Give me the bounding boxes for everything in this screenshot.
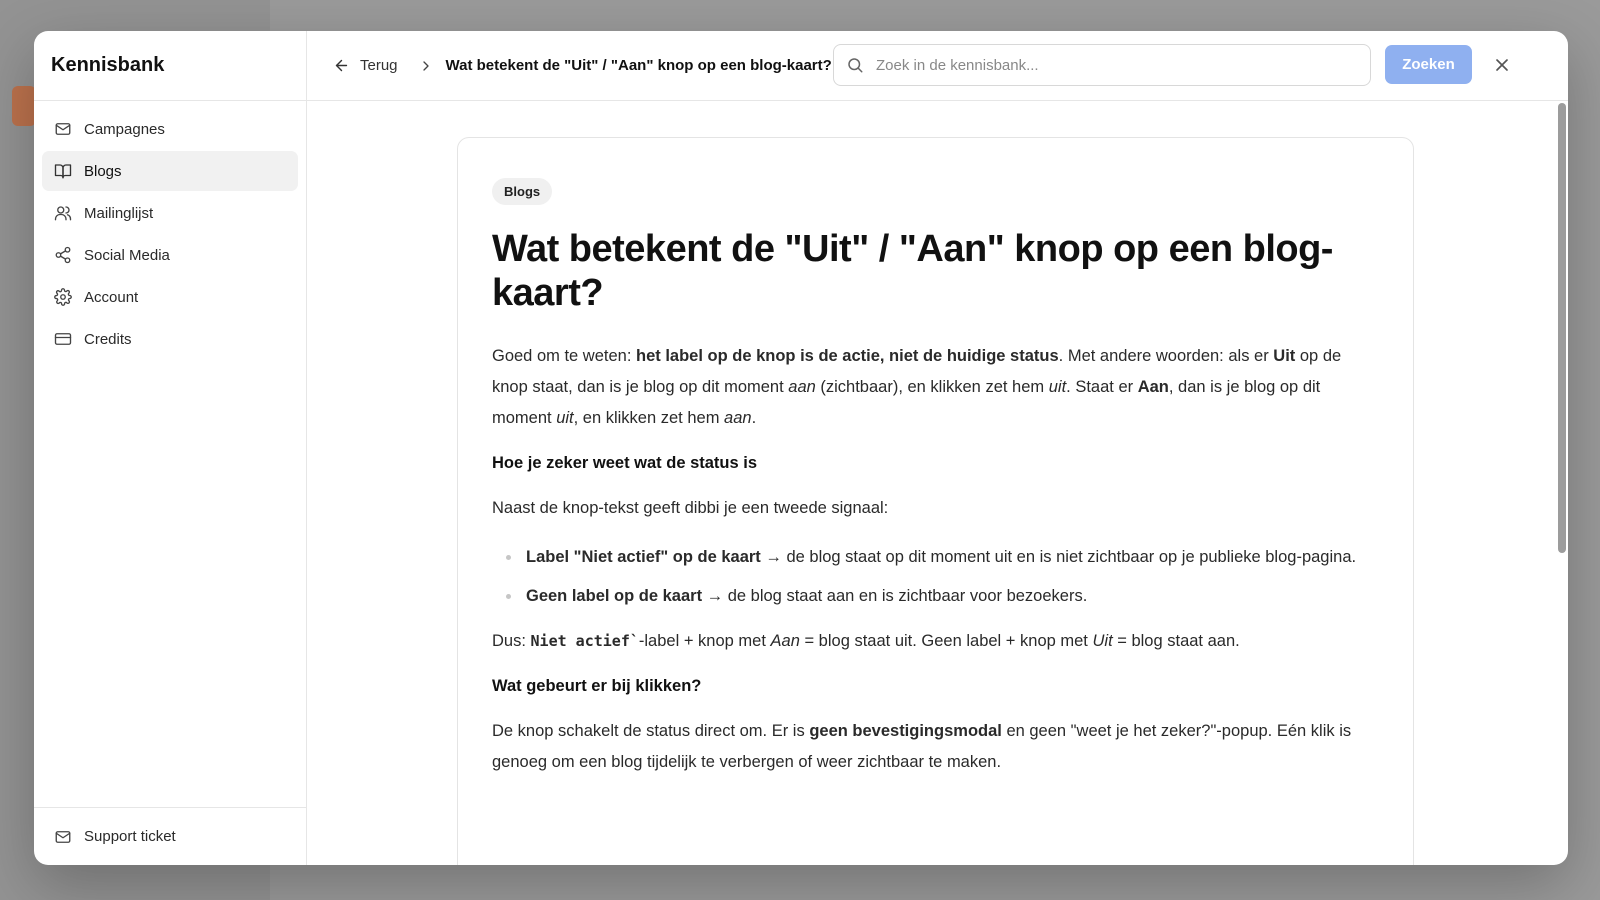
sidebar-item-credits[interactable]: Credits <box>42 319 298 359</box>
article-paragraph-signal: Naast de knop-tekst geeft dibbi je een t… <box>492 499 889 517</box>
topbar: Terug Wat betekent de "Uit" / "Aan" knop… <box>307 31 1568 101</box>
mail-icon <box>54 828 72 846</box>
users-icon <box>54 204 72 222</box>
mail-icon <box>54 120 72 138</box>
article-paragraph-click: De knop schakelt de status direct om. Er… <box>492 722 1352 771</box>
list-item: Geen label op de kaart → de blog staat a… <box>492 581 1379 612</box>
article-card: Blogs Wat betekent de "Uit" / "Aan" knop… <box>457 137 1414 865</box>
sidebar-item-mailinglijst[interactable]: Mailinglijst <box>42 193 298 233</box>
support-ticket-link[interactable]: Support ticket <box>34 807 306 865</box>
background-accent <box>12 86 36 126</box>
sidebar-item-label: Social Media <box>84 246 170 264</box>
back-button[interactable]: Terug <box>333 57 398 74</box>
category-tag: Blogs <box>492 178 553 205</box>
arrow-left-icon <box>333 57 350 74</box>
sidebar: Kennisbank Campagnes Blogs Mailinglijst <box>34 31 307 865</box>
scrollbar[interactable] <box>1558 103 1566 553</box>
heading-status: Hoe je zeker weet wat de status is <box>492 454 758 472</box>
search-box <box>833 44 1371 86</box>
content-area: Blogs Wat betekent de "Uit" / "Aan" knop… <box>307 101 1568 865</box>
gear-icon <box>54 288 72 306</box>
search-button[interactable]: Zoeken <box>1385 45 1472 84</box>
sidebar-item-label: Blogs <box>84 162 122 180</box>
list-item: Label "Niet actief" op de kaart → de blo… <box>492 542 1379 573</box>
knowledge-base-modal: Kennisbank Campagnes Blogs Mailinglijst <box>34 31 1568 865</box>
search-input[interactable] <box>876 56 1370 74</box>
book-icon <box>54 162 72 180</box>
sidebar-title: Kennisbank <box>34 31 306 101</box>
signal-list: Label "Niet actief" op de kaart → de blo… <box>492 542 1379 612</box>
sidebar-item-campagnes[interactable]: Campagnes <box>42 109 298 149</box>
sidebar-item-social-media[interactable]: Social Media <box>42 235 298 275</box>
sidebar-item-label: Credits <box>84 330 132 348</box>
support-ticket-label: Support ticket <box>84 828 176 845</box>
sidebar-item-label: Account <box>84 288 139 306</box>
article-paragraph-intro: Goed om te weten: het label op de knop i… <box>492 347 1342 427</box>
back-label: Terug <box>360 57 398 74</box>
chevron-right-icon <box>418 58 434 74</box>
article-paragraph-summary: Dus: Niet actief`-label + knop met Aan =… <box>492 632 1240 650</box>
sidebar-item-label: Campagnes <box>84 120 165 138</box>
sidebar-item-label: Mailinglijst <box>84 204 154 222</box>
sidebar-nav: Campagnes Blogs Mailinglijst Social Medi… <box>34 101 306 369</box>
heading-click: Wat gebeurt er bij klikken? <box>492 677 702 695</box>
close-icon[interactable] <box>1490 53 1514 77</box>
sidebar-item-account[interactable]: Account <box>42 277 298 317</box>
main-panel: Terug Wat betekent de "Uit" / "Aan" knop… <box>307 31 1568 865</box>
share-icon <box>54 246 72 264</box>
sidebar-item-blogs[interactable]: Blogs <box>42 151 298 191</box>
credit-card-icon <box>54 330 72 348</box>
search-icon <box>846 56 864 74</box>
article-title: Wat betekent de "Uit" / "Aan" knop op ee… <box>492 228 1333 314</box>
breadcrumb-title: Wat betekent de "Uit" / "Aan" knop op ee… <box>445 57 832 74</box>
